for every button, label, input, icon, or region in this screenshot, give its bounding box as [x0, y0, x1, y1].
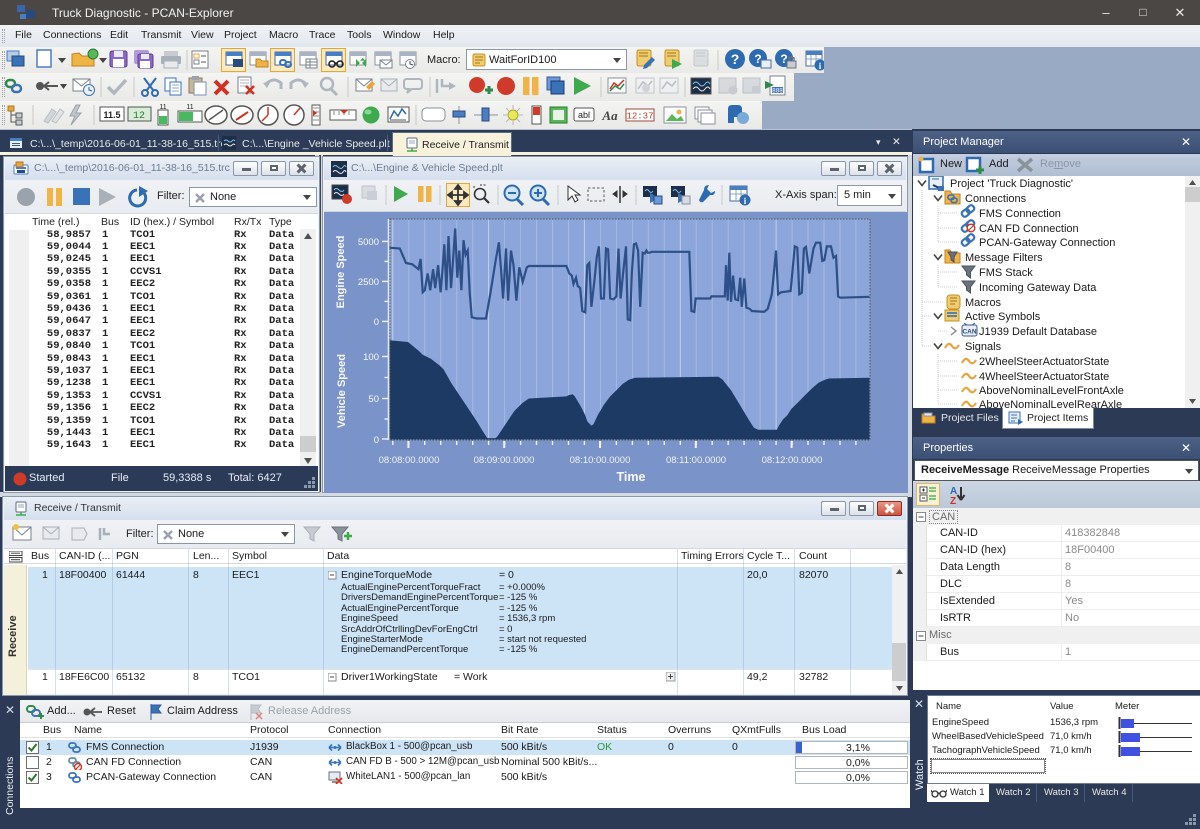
svg-text:12:37: 12:37: [626, 112, 653, 122]
svg-text:12: 12: [133, 111, 145, 122]
svg-text:AboveNominalLevelRearAxle: AboveNominalLevelRearAxle: [979, 399, 1122, 408]
svg-text:?: ?: [731, 51, 740, 67]
svg-text:PCAN-Gateway Connection: PCAN-Gateway Connection: [979, 237, 1115, 249]
svg-text:Incoming Gateway Data: Incoming Gateway Data: [979, 282, 1097, 294]
svg-text:08:12:00.0000: 08:12:00.0000: [762, 455, 823, 466]
svg-text:Project 'Truck Diagnostic': Project 'Truck Diagnostic': [950, 178, 1073, 190]
svg-text:J1939 Default Database: J1939 Default Database: [979, 326, 1097, 338]
svg-text:Time: Time: [617, 470, 646, 484]
svg-text:0: 0: [374, 317, 379, 328]
svg-text:CAN FD Connection: CAN FD Connection: [979, 223, 1079, 235]
svg-text:Aa: Aa: [601, 108, 618, 123]
svg-text:08:11:00.0000: 08:11:00.0000: [666, 455, 726, 466]
svg-text:Active Symbols: Active Symbols: [965, 311, 1041, 323]
svg-text:Z: Z: [950, 496, 956, 506]
svg-text:0: 0: [374, 435, 379, 446]
svg-text:Engine Speed: Engine Speed: [335, 236, 347, 309]
svg-text:100: 100: [363, 352, 379, 363]
svg-text:Vehicle Speed: Vehicle Speed: [336, 354, 348, 428]
svg-text:Macros: Macros: [965, 297, 1002, 309]
svg-text:888: 888: [772, 88, 783, 95]
svg-text:5000: 5000: [358, 237, 379, 248]
svg-text:4WheelSteerActuatorState: 4WheelSteerActuatorState: [979, 371, 1109, 383]
svg-text:AboveNominalLevelFrontAxle: AboveNominalLevelFrontAxle: [979, 385, 1124, 397]
svg-text:FMS Stack: FMS Stack: [979, 267, 1033, 279]
svg-text:Connections: Connections: [965, 193, 1027, 205]
svg-text:08:09:00.0000: 08:09:00.0000: [474, 455, 535, 466]
svg-text:CAN: CAN: [962, 329, 976, 336]
svg-text:11.5: 11.5: [103, 110, 120, 120]
svg-text:08:08:00.0000: 08:08:00.0000: [379, 455, 440, 466]
svg-text:FMS Connection: FMS Connection: [979, 208, 1061, 220]
svg-text:2500: 2500: [358, 277, 379, 288]
svg-text:abl: abl: [578, 110, 590, 120]
svg-text:11: 11: [186, 104, 193, 111]
svg-text:Message Filters: Message Filters: [965, 252, 1043, 264]
svg-text:2WheelSteerActuatorState: 2WheelSteerActuatorState: [979, 356, 1109, 368]
svg-text:50: 50: [368, 394, 379, 405]
svg-text:08:10:00.0000: 08:10:00.0000: [570, 455, 631, 466]
svg-text:Signals: Signals: [965, 341, 1002, 353]
